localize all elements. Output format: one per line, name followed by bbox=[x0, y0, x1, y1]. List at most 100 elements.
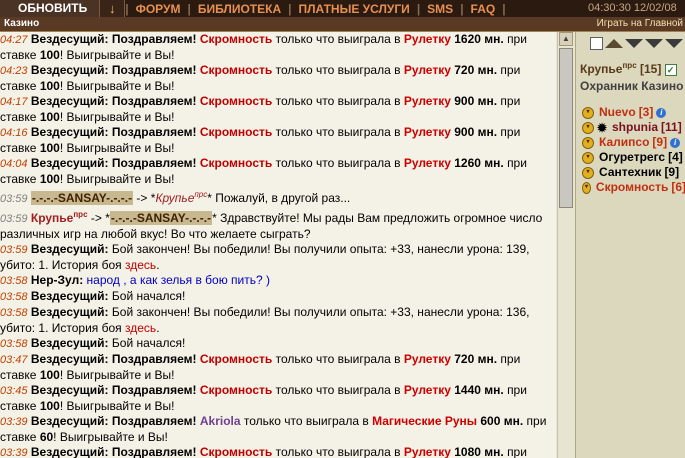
check-icon: ✓ bbox=[664, 63, 677, 76]
chat-log: 04:27 Вездесущий: Поздравляем! Скромност… bbox=[0, 32, 556, 458]
player-level: [4] bbox=[668, 150, 683, 164]
player-name[interactable]: Nuevo bbox=[599, 105, 636, 120]
player-list-item[interactable]: ▾ Огуретрегс [4] bbox=[582, 150, 685, 165]
message-time: 04:23 bbox=[0, 65, 28, 77]
player-name[interactable]: shpunia bbox=[612, 120, 658, 135]
private-message-icon[interactable]: ▾ bbox=[582, 151, 594, 164]
player-name[interactable]: Сантехник bbox=[599, 165, 661, 180]
sort-up-icon[interactable] bbox=[605, 38, 623, 48]
location-stripe: Казино Играть на Главной bbox=[0, 17, 685, 32]
chat-message: 03:39 Вездесущий: Поздравляем! Скромност… bbox=[0, 445, 527, 458]
player-name[interactable]: Скромность bbox=[200, 63, 272, 77]
message-time: 03:58 bbox=[0, 307, 28, 319]
location-title: Казино bbox=[4, 18, 40, 29]
location-links[interactable]: Играть на Главной bbox=[597, 17, 683, 31]
battle-history-link[interactable]: здесь bbox=[125, 258, 156, 272]
chat-message: 03:59 -.-.-.-SANSAY-.-.-.- -> *Крупьепрс… bbox=[0, 190, 351, 205]
player-name[interactable]: -.-.-.-SANSAY-.-.-.- bbox=[109, 211, 213, 225]
players-panel: Крупьепрс [15] ✓ Охранник Казино ▾ Nuevo[… bbox=[575, 32, 685, 458]
player-list-item[interactable]: ▾ Nuevo [3] i bbox=[582, 105, 685, 120]
message-time: 03:58 bbox=[0, 338, 28, 350]
chat-message: 04:17 Вездесущий: Поздравляем! Скромност… bbox=[0, 94, 521, 124]
chat-message: 03:58 Вездесущий: Бой начался! bbox=[0, 336, 186, 350]
scroll-thumb[interactable] bbox=[559, 48, 573, 208]
player-level: [9] bbox=[664, 165, 680, 179]
chat-message: 03:58 Вездесущий: Бой закончен! Вы побед… bbox=[0, 305, 530, 335]
player-name[interactable]: Скромность bbox=[200, 32, 272, 46]
location-header: Крупьепрс [15] ✓ bbox=[576, 54, 685, 77]
message-time: 03:39 bbox=[0, 447, 28, 458]
message-time: 03:59 bbox=[0, 213, 28, 225]
menu-item-paid-services[interactable]: ПЛАТНЫЕ УСЛУГИ bbox=[291, 2, 416, 16]
message-time: 04:04 bbox=[0, 158, 28, 170]
filter-checkbox[interactable] bbox=[590, 36, 603, 50]
chat-message: 03:47 Вездесущий: Поздравляем! Скромност… bbox=[0, 352, 521, 382]
info-icon[interactable]: i bbox=[656, 107, 667, 118]
player-level: [6] bbox=[671, 180, 685, 194]
player-name[interactable]: Огуретрегс bbox=[599, 150, 665, 165]
chat-message: 03:39 Вездесущий: Поздравляем! Akriola т… bbox=[0, 414, 547, 444]
chat-message: 04:27 Вездесущий: Поздравляем! Скромност… bbox=[0, 32, 527, 62]
panel-toolbar bbox=[576, 32, 685, 54]
scroll-up-icon[interactable]: ▲ bbox=[559, 32, 573, 46]
chat-message: 04:16 Вездесущий: Поздравляем! Скромност… bbox=[0, 125, 521, 155]
player-level: [11] bbox=[661, 120, 682, 134]
private-message-icon[interactable]: ▾ bbox=[582, 106, 594, 119]
player-name[interactable]: Akriola bbox=[200, 414, 241, 428]
scroll-down-icon[interactable]: ↓ bbox=[100, 0, 126, 17]
player-name[interactable]: Крупьепрс bbox=[31, 210, 88, 225]
battle-history-link[interactable]: здесь bbox=[125, 321, 156, 335]
player-name[interactable]: Скромность bbox=[200, 156, 272, 170]
chat-message: 03:59 Крупьепрс -> *-.-.-.-SANSAY-.-.-.-… bbox=[0, 210, 543, 241]
private-message-icon[interactable]: ▾ bbox=[582, 166, 594, 179]
player-name[interactable]: Нер-Зул: bbox=[31, 273, 83, 287]
collapse-icon[interactable] bbox=[665, 38, 683, 48]
menu-item-faq[interactable]: FAQ bbox=[464, 2, 503, 16]
refresh-button[interactable]: ОБНОВИТЬ bbox=[0, 0, 101, 17]
player-name[interactable]: Скромность bbox=[200, 352, 272, 366]
menu-item-library[interactable]: БИБЛИОТЕКА bbox=[191, 2, 288, 16]
private-message-icon[interactable]: ▾ bbox=[582, 181, 591, 194]
menu-item-sms[interactable]: SMS bbox=[420, 2, 460, 16]
message-time: 04:16 bbox=[0, 127, 28, 139]
player-list: ▾ Nuevo [3] i ▾ ✹ shpunia [11] ▾ Калипсо [9] i ▾ Огур… bbox=[576, 105, 685, 195]
player-list-item[interactable]: ▾ Сантехник [9] bbox=[582, 165, 685, 180]
menu-item-forum[interactable]: ФОРУМ bbox=[129, 2, 188, 16]
chat-message: 03:58 Нер-Зул: народ , а как зелья в бою… bbox=[0, 273, 270, 287]
npc-guard[interactable]: Охранник Казино bbox=[576, 77, 685, 93]
player-name[interactable]: Скромность bbox=[200, 125, 272, 139]
main-menu: | ФОРУМ | БИБЛИОТЕКА | ПЛАТНЫЕ УСЛУГИ | … bbox=[125, 1, 506, 16]
player-name[interactable]: Скромность bbox=[200, 445, 272, 458]
top-menu-bar: ОБНОВИТЬ ↓ | ФОРУМ | БИБЛИОТЕКА | ПЛАТНЫ… bbox=[0, 0, 685, 17]
server-clock: 04:30:30 12/02/08 bbox=[588, 2, 677, 14]
clan-emblem-icon: ✹ bbox=[597, 120, 608, 135]
player-name[interactable]: -.-.-.-SANSAY-.-.-.- bbox=[30, 191, 134, 205]
message-time: 03:59 bbox=[0, 244, 28, 256]
message-time: 03:45 bbox=[0, 385, 28, 397]
player-level: [3] bbox=[638, 105, 654, 119]
player-list-item[interactable]: ▾ Калипсо [9] i bbox=[582, 135, 685, 150]
player-name[interactable]: Скромность bbox=[200, 383, 272, 397]
message-time: 03:39 bbox=[0, 416, 28, 428]
chat-message: 04:04 Вездесущий: Поздравляем! Скромност… bbox=[0, 156, 527, 186]
sort-down-icon[interactable] bbox=[625, 38, 643, 48]
player-name[interactable]: Калипсо bbox=[599, 135, 649, 150]
players-count: [15] bbox=[639, 62, 662, 76]
private-message-icon[interactable]: ▾ bbox=[582, 136, 594, 149]
message-time: 03:58 bbox=[0, 291, 28, 303]
player-name[interactable]: Скромность bbox=[596, 180, 668, 195]
message-time: 03:47 bbox=[0, 354, 28, 366]
player-list-item[interactable]: ▾ ✹ shpunia [11] bbox=[582, 120, 685, 135]
message-time: 03:59 bbox=[0, 193, 28, 205]
chat-message: 03:45 Вездесущий: Поздравляем! Скромност… bbox=[0, 383, 527, 413]
sort-down-alt-icon[interactable] bbox=[645, 38, 663, 48]
info-icon[interactable]: i bbox=[670, 137, 681, 148]
chat-message: 03:58 Вездесущий: Бой начался! bbox=[0, 289, 186, 303]
chat-message: 03:59 Вездесущий: Бой закончен! Вы побед… bbox=[0, 242, 530, 272]
player-list-item[interactable]: ▾ Скромность [6] bbox=[582, 180, 685, 195]
chat-scrollbar[interactable]: ▲ bbox=[557, 32, 574, 458]
message-time: 04:27 bbox=[0, 34, 28, 46]
player-name[interactable]: Крупьепрс bbox=[155, 190, 207, 205]
player-name[interactable]: Скромность bbox=[200, 94, 272, 108]
private-message-icon[interactable]: ▾ bbox=[582, 121, 594, 134]
